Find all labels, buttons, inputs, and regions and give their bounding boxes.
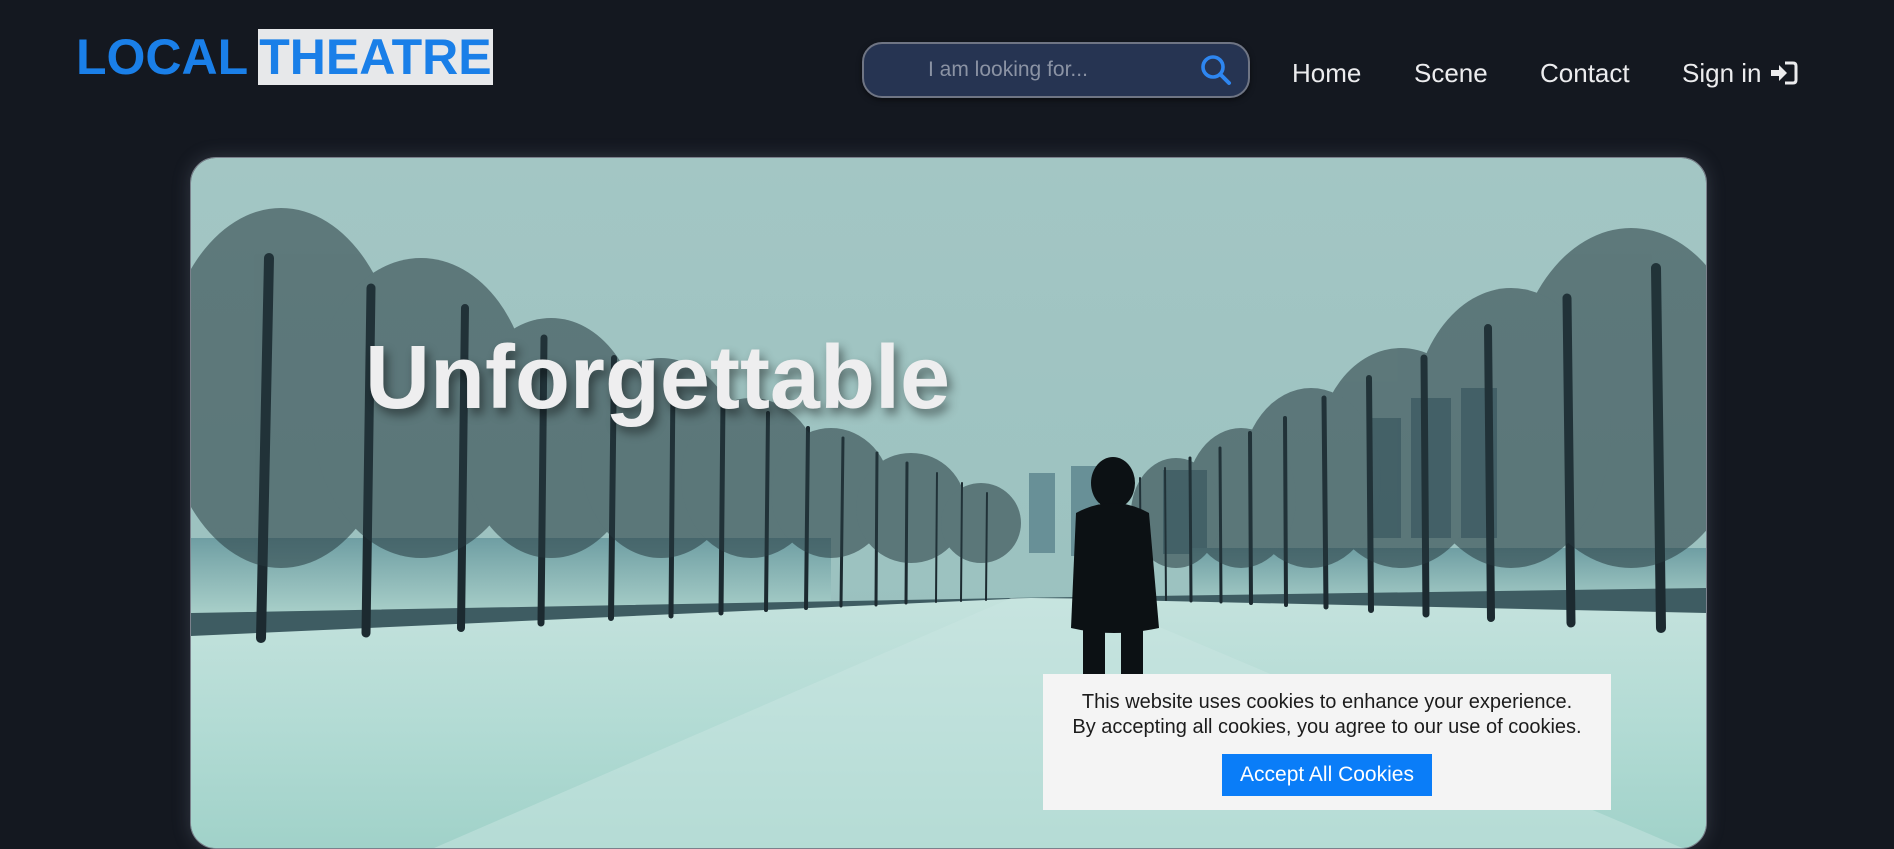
hero-title: Unforgettable bbox=[365, 328, 950, 428]
nav-sign-in-label: Sign in bbox=[1682, 58, 1762, 88]
search-input[interactable] bbox=[904, 54, 1188, 86]
nav-scene[interactable]: Scene bbox=[1414, 56, 1488, 90]
site-logo[interactable]: LOCAL THEATRE bbox=[76, 29, 493, 85]
sign-in-icon bbox=[1770, 59, 1798, 93]
cookie-message-line1: This website uses cookies to enhance you… bbox=[1081, 691, 1573, 713]
site-header: LOCALTHEATRE Home Scene Contact Sign in bbox=[0, 0, 1894, 140]
search-box bbox=[862, 42, 1250, 98]
accept-cookies-button[interactable]: Accept All Cookies bbox=[1222, 754, 1432, 796]
logo-text-theatre: THEATRE bbox=[258, 29, 493, 85]
nav-sign-in[interactable]: Sign in bbox=[1682, 56, 1798, 93]
nav-home[interactable]: Home bbox=[1292, 56, 1361, 90]
nav-contact[interactable]: Contact bbox=[1540, 56, 1630, 90]
search-icon bbox=[1201, 55, 1231, 85]
logo-text-local: LOCAL bbox=[76, 29, 249, 85]
cookie-banner: This website uses cookies to enhance you… bbox=[1043, 674, 1611, 810]
cookie-message-line2: By accepting all cookies, you agree to o… bbox=[1072, 716, 1582, 738]
search-button[interactable] bbox=[1198, 52, 1234, 88]
